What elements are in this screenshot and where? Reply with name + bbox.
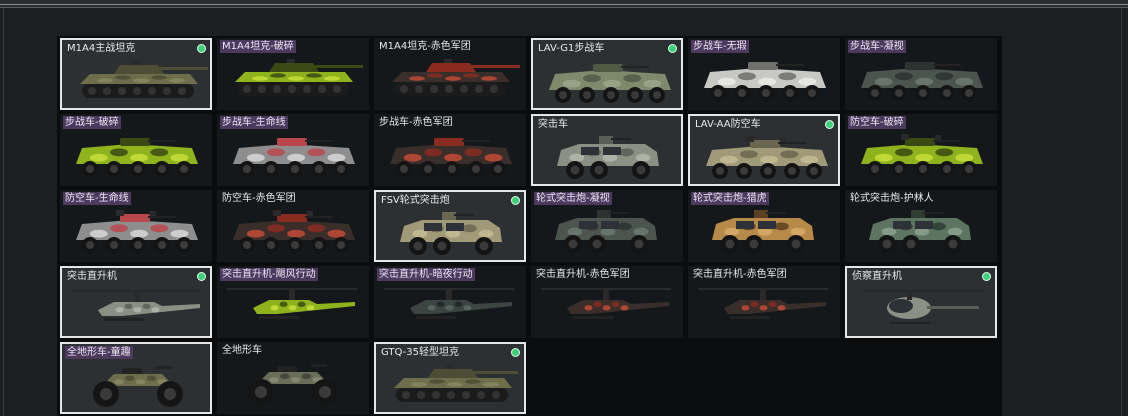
vehicle-card[interactable]: M1A4主战坦克 (60, 38, 212, 110)
vehicle-card[interactable]: 轮式突击炮-猎虎 (688, 190, 840, 262)
vehicle-name-label: 突击直升机 (67, 271, 117, 282)
fsv-vehicle-image (869, 210, 971, 253)
aa-vehicle-image (76, 210, 198, 253)
scout-vehicle-image (861, 290, 983, 324)
vehicle-card[interactable]: 突击车 (531, 114, 683, 186)
vehicle-name-label: 全地形车 (222, 345, 262, 356)
equipped-indicator-icon (512, 197, 519, 204)
equipped-indicator-icon (198, 273, 205, 280)
tank-vehicle-image (392, 59, 520, 96)
atv-vehicle-image (93, 366, 183, 407)
vehicle-card[interactable]: LAV-G1步战车 (531, 38, 683, 110)
vehicle-name-label: 防空车-生命线 (63, 192, 131, 205)
vehicle-card[interactable]: 突击直升机 (60, 266, 212, 338)
heli-vehicle-image (227, 288, 357, 319)
vehicle-name-label: 轮式突击炮-猎虎 (691, 192, 769, 205)
right-border (1121, 8, 1122, 416)
fsv-vehicle-image (712, 210, 814, 253)
tank-vehicle-image (80, 61, 208, 98)
light-vehicle-image (394, 365, 518, 402)
vehicle-card[interactable]: 突击直升机-赤色军团 (688, 266, 840, 338)
aa-vehicle-image (706, 136, 828, 179)
equipped-indicator-icon (198, 45, 205, 52)
vehicle-name-label: 突击直升机-飓风行动 (220, 268, 318, 281)
vehicle-card[interactable]: 步战车-赤色军团 (374, 114, 526, 186)
vehicle-card[interactable]: 全地形车 (217, 342, 369, 414)
equipped-indicator-icon (983, 273, 990, 280)
vehicle-card[interactable]: 步战车-生命线 (217, 114, 369, 186)
left-border (3, 8, 4, 416)
vehicle-name-label: 防空车-破碎 (848, 116, 906, 129)
vehicle-name-label: GTQ-35轻型坦克 (381, 347, 459, 358)
atv-vehicle-image (248, 364, 338, 405)
heli-vehicle-image (72, 290, 202, 321)
vehicle-card[interactable]: LAV-AA防空车 (688, 114, 840, 186)
aa-vehicle-image (861, 134, 983, 177)
heli-vehicle-image (384, 288, 514, 319)
vehicle-name-label: 轮式突击炮-凝视 (534, 192, 612, 205)
vehicle-name-label: 全地形车-童趣 (65, 346, 133, 359)
ifv-vehicle-image (390, 138, 512, 177)
vehicle-name-label: 步战车-赤色军团 (379, 117, 453, 128)
ifv-vehicle-image (233, 138, 355, 177)
vehicle-card[interactable]: 步战车-无瑕 (688, 38, 840, 110)
vehicle-card[interactable]: 侦察直升机 (845, 266, 997, 338)
vehicle-card[interactable]: M1A4坦克-赤色军团 (374, 38, 526, 110)
vehicle-name-label: 步战车-生命线 (220, 116, 288, 129)
vehicle-name-label: 步战车-破碎 (63, 116, 121, 129)
heli-vehicle-image (541, 288, 671, 319)
vehicle-name-label: 步战车-凝视 (848, 40, 906, 53)
ifv-vehicle-image (861, 62, 983, 101)
vehicle-card[interactable]: 突击直升机-暗夜行动 (374, 266, 526, 338)
aa-vehicle-image (233, 210, 355, 253)
vehicle-name-label: M1A4主战坦克 (67, 43, 136, 54)
top-divider-lower (0, 7, 1128, 8)
vehicle-name-label: 轮式突击炮-护林人 (850, 193, 934, 204)
vehicle-name-label: LAV-G1步战车 (538, 43, 605, 54)
vehicle-name-label: 突击直升机-赤色军团 (693, 269, 787, 280)
vehicle-card[interactable]: GTQ-35轻型坦克 (374, 342, 526, 414)
vehicle-card[interactable]: M1A4坦克-破碎 (217, 38, 369, 110)
ifv-vehicle-image (549, 64, 671, 103)
equipped-indicator-icon (669, 45, 676, 52)
vehicle-card[interactable]: 轮式突击炮-凝视 (531, 190, 683, 262)
heli-vehicle-image (698, 288, 828, 319)
tank-vehicle-image (235, 59, 363, 96)
vehicle-card[interactable]: 突击直升机-飓风行动 (217, 266, 369, 338)
equipped-indicator-icon (512, 349, 519, 356)
vehicle-card[interactable]: 全地形车-童趣 (60, 342, 212, 414)
vehicle-name-label: LAV-AA防空车 (695, 119, 761, 130)
fsv-vehicle-image (555, 210, 657, 253)
ifv-vehicle-image (76, 138, 198, 177)
vehicle-name-label: 侦察直升机 (852, 271, 902, 282)
vehicle-name-label: 步战车-无瑕 (691, 40, 749, 53)
vehicle-name-label: 突击车 (538, 119, 568, 130)
vehicle-skin-grid: M1A4主战坦克 M1A4坦克-破碎 M1A4坦克-赤色军团 LAV-G1步战车 步战车… (57, 36, 1002, 416)
vehicle-card[interactable]: 防空车-赤色军团 (217, 190, 369, 262)
vehicle-name-label: M1A4坦克-赤色军团 (379, 41, 471, 52)
vehicle-card[interactable]: 防空车-生命线 (60, 190, 212, 262)
vehicle-card[interactable]: 步战车-破碎 (60, 114, 212, 186)
vehicle-card[interactable]: 轮式突击炮-护林人 (845, 190, 997, 262)
fsv-vehicle-image (400, 212, 502, 255)
vehicle-name-label: 突击直升机-暗夜行动 (377, 268, 475, 281)
vehicle-name-label: 突击直升机-赤色军团 (536, 269, 630, 280)
vehicle-card[interactable]: 突击直升机-赤色军团 (531, 266, 683, 338)
vehicle-name-label: FSV轮式突击炮 (381, 195, 450, 206)
ifv-vehicle-image (704, 62, 826, 101)
vehicle-card[interactable]: 步战车-凝视 (845, 38, 997, 110)
equipped-indicator-icon (826, 121, 833, 128)
top-divider (0, 4, 1128, 5)
vehicle-card[interactable]: FSV轮式突击炮 (374, 190, 526, 262)
assault-vehicle-image (557, 136, 659, 179)
vehicle-name-label: M1A4坦克-破碎 (220, 40, 296, 53)
vehicle-card[interactable]: 防空车-破碎 (845, 114, 997, 186)
vehicle-name-label: 防空车-赤色军团 (222, 193, 296, 204)
